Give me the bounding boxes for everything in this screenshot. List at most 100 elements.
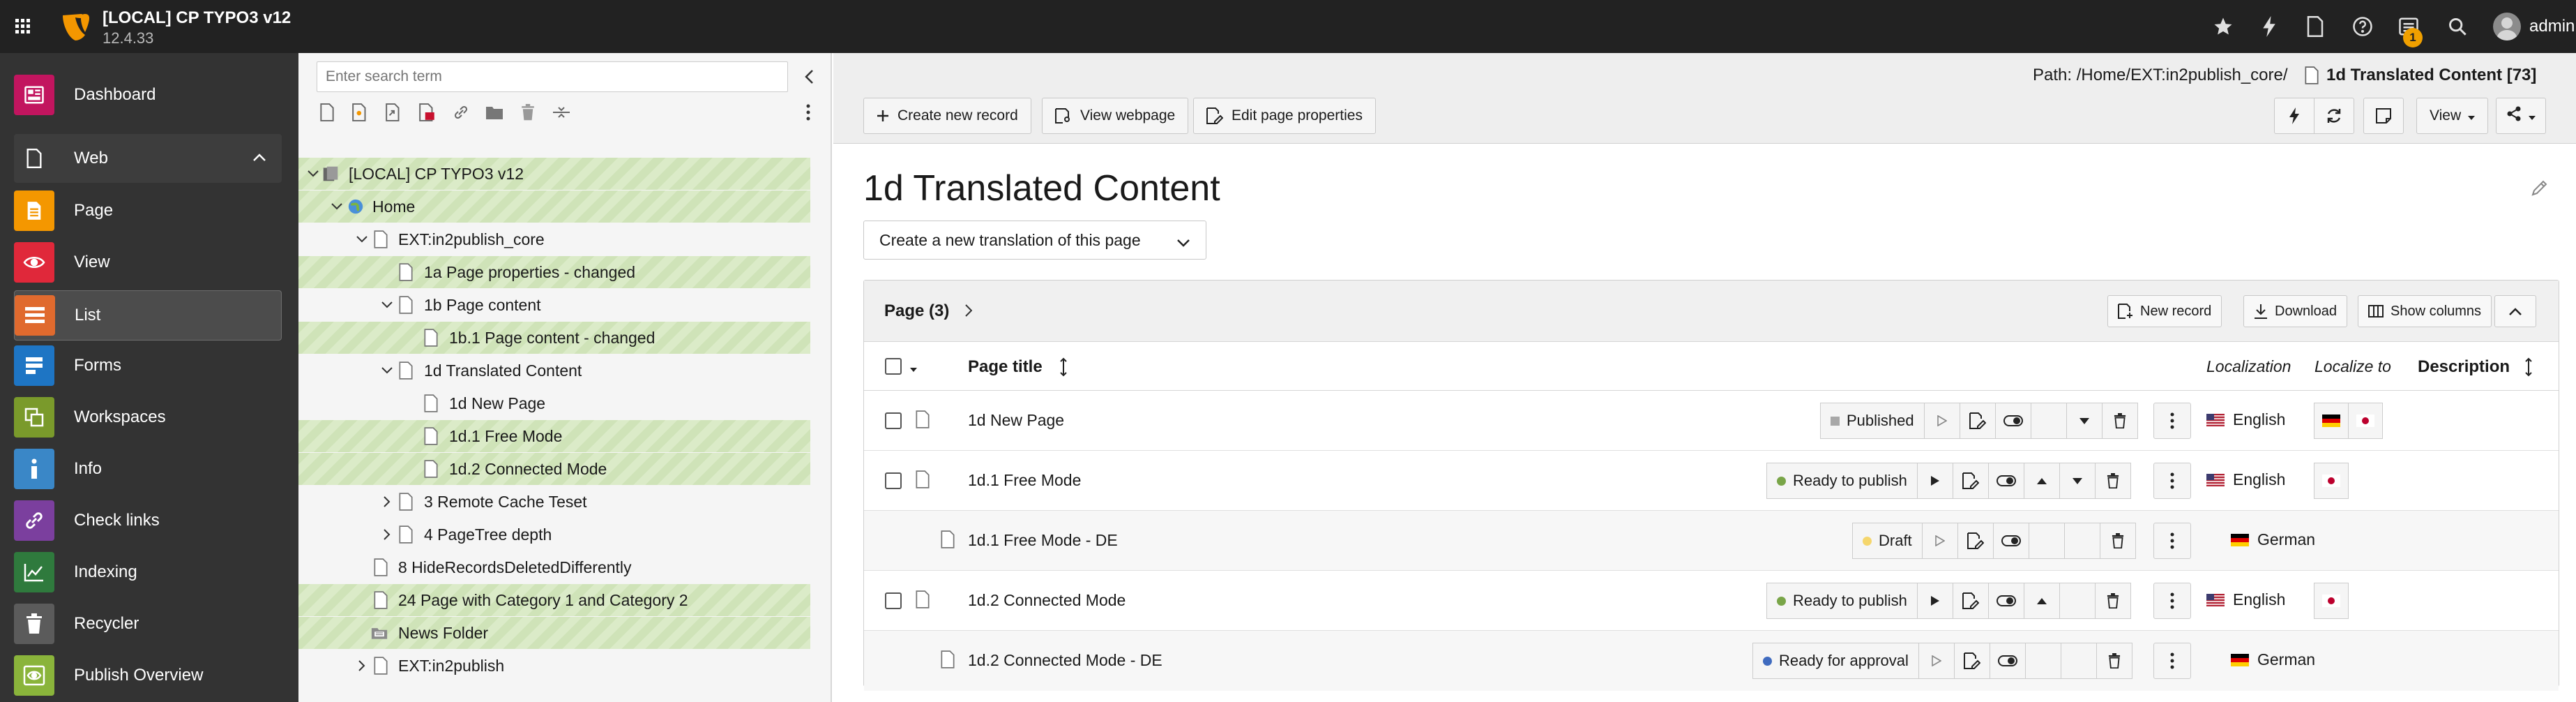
edit-record-icon[interactable] [1957,523,1994,559]
select-all-checkbox[interactable] [885,358,902,375]
tree-node-root[interactable]: [LOCAL] CP TYPO3 v12 [298,158,810,190]
row-more-icon[interactable] [2153,463,2191,499]
publish-status-button[interactable]: Published [1820,403,1925,439]
view-webpage-button[interactable]: View webpage [1042,98,1189,134]
link-icon[interactable] [449,100,473,124]
typo3-logo[interactable] [60,11,91,42]
flag-jp-icon[interactable] [2314,463,2349,499]
row-more-icon[interactable] [2153,643,2191,679]
tree-node[interactable]: EXT:in2publish [298,650,810,682]
tree-node[interactable]: 1a Page properties - changed [298,256,810,288]
new-shortcut-icon[interactable] [382,100,406,124]
tree-node[interactable]: 4 PageTree depth [298,518,810,551]
module-dashboard[interactable]: Dashboard [14,74,282,116]
delete-trash-icon[interactable] [2094,583,2131,619]
edit-record-icon[interactable] [1953,643,1990,679]
publish-play-icon[interactable] [1918,643,1955,679]
column-header-page-title[interactable]: Page title [968,357,1043,377]
panel-title[interactable]: Page (3) [884,301,949,321]
toggle-visibility-icon[interactable] [1992,523,2029,559]
module-forms[interactable]: Forms [14,345,282,387]
new-record-button[interactable]: New record [2107,295,2222,327]
move-up-icon[interactable] [2023,463,2060,499]
help-icon[interactable] [2350,14,2375,39]
module-view[interactable]: View [14,241,282,283]
delete-trash-icon[interactable] [2096,643,2132,679]
tree-node[interactable]: 1d New Page [298,387,810,419]
flash-icon[interactable] [2257,14,2282,39]
module-indexing[interactable]: Indexing [14,551,282,593]
tree-node[interactable]: 8 HideRecordsDeletedDifferently [298,551,810,583]
module-page[interactable]: Page [14,190,282,232]
caret-down-icon[interactable] [910,363,917,375]
chevron-right-icon[interactable] [965,304,973,320]
reload-icon[interactable] [2314,98,2354,134]
tree-more-icon[interactable] [796,100,820,124]
row-title[interactable]: 1d.1 Free Mode - DE [968,531,1118,550]
new-link-page-icon[interactable] [416,100,439,124]
show-columns-button[interactable]: Show columns [2358,295,2492,327]
row-title[interactable]: 1d.1 Free Mode [968,471,1081,490]
chevron-down-icon[interactable] [379,363,395,378]
chevron-down-icon[interactable] [354,232,370,247]
tree-node[interactable]: 1b Page content [298,289,810,321]
divider-icon[interactable] [550,100,573,124]
row-checkbox[interactable] [885,412,902,429]
view-dropdown-button[interactable]: View [2416,98,2489,134]
chevron-right-icon[interactable] [379,494,395,509]
folder-icon[interactable] [483,100,506,124]
table-row[interactable]: 1d.1 Free Mode Ready to publish English [864,451,2559,511]
move-down-icon[interactable] [2066,403,2103,439]
collapse-panel-button[interactable] [2494,295,2536,327]
tree-search-input[interactable] [317,61,788,92]
tree-node[interactable]: 1b.1 Page content - changed [298,322,810,354]
module-recycler[interactable]: Recycler [14,603,282,645]
tree-node[interactable]: 1d.1 Free Mode [298,420,810,452]
row-checkbox[interactable] [885,472,902,489]
move-down-icon[interactable] [2059,463,2096,499]
user-name[interactable]: admin [2529,17,2575,36]
user-avatar-icon[interactable] [2493,13,2521,40]
sort-icon[interactable] [2525,357,2532,380]
publish-status-button[interactable]: Ready to publish [1766,583,1918,619]
row-title[interactable]: 1d New Page [968,411,1064,430]
delete-trash-icon[interactable] [2101,403,2138,439]
recycler-icon[interactable] [516,100,540,124]
edit-pencil-icon[interactable] [2531,179,2549,200]
chevron-down-icon[interactable] [379,297,395,313]
module-info[interactable]: Info [14,448,282,490]
flag-jp-icon[interactable] [2314,583,2349,619]
toggle-visibility-icon[interactable] [1994,403,2031,439]
row-title[interactable]: 1d.2 Connected Mode - DE [968,651,1162,670]
tree-node[interactable]: EXT:in2publish_core [298,223,810,255]
tree-node[interactable]: 1d.2 Connected Mode [298,453,810,485]
edit-record-icon[interactable] [1952,463,1989,499]
new-backend-page-icon[interactable] [349,100,372,124]
edit-page-properties-button[interactable]: Edit page properties [1193,98,1376,134]
download-button[interactable]: Download [2243,295,2347,327]
tree-node[interactable]: 3 Remote Cache Teset [298,486,810,518]
chevron-down-icon[interactable] [305,166,321,181]
table-row[interactable]: 1d New Page Published English [864,391,2559,451]
share-dropdown-button[interactable] [2496,98,2546,134]
row-more-icon[interactable] [2153,523,2191,559]
publish-play-icon[interactable] [1923,403,1960,439]
toggle-visibility-icon[interactable] [1989,643,2026,679]
app-grid-icon[interactable] [0,0,46,53]
tree-node[interactable]: News Folder [298,617,810,649]
tree-node[interactable]: 24 Page with Category 1 and Category 2 [298,584,810,616]
tree-node-current[interactable]: 1d Translated Content [298,354,810,387]
table-row[interactable]: 1d.2 Connected Mode Ready to publish Eng… [864,571,2559,631]
collapse-tree-icon[interactable] [796,64,821,89]
column-header-description[interactable]: Description [2418,357,2510,377]
module-check-links[interactable]: Check links [14,500,282,542]
row-more-icon[interactable] [2153,583,2191,619]
row-checkbox[interactable] [885,592,902,609]
publish-play-icon[interactable] [1916,463,1953,499]
publish-play-icon[interactable] [1916,583,1953,619]
clear-cache-flash-icon[interactable] [2274,98,2314,134]
row-title[interactable]: 1d.2 Connected Mode [968,591,1126,610]
new-page-icon[interactable] [315,100,339,124]
toggle-visibility-icon[interactable] [1987,583,2024,619]
module-workspaces[interactable]: Workspaces [14,396,282,438]
